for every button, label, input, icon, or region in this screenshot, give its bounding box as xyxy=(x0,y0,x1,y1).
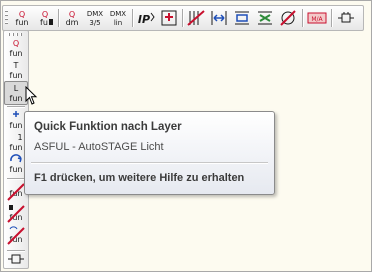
dmx-lin-icon: DMX lin xyxy=(110,10,126,27)
fun-strike-icon: fun xyxy=(7,226,25,245)
fun-q-icon: Q fun xyxy=(10,39,23,58)
svg-text:fun: fun xyxy=(10,71,23,80)
mouse-pointer-icon xyxy=(25,86,38,105)
cancel-button[interactable] xyxy=(277,8,299,28)
ma-button[interactable]: M/A xyxy=(306,8,328,28)
svg-text:T: T xyxy=(13,61,19,70)
svg-text:fu: fu xyxy=(40,18,48,27)
svg-text:M/A: M/A xyxy=(311,16,323,23)
svg-text:1: 1 xyxy=(17,133,22,142)
ma-icon: M/A xyxy=(307,12,327,24)
svg-text:IP: IP xyxy=(138,13,150,26)
plus-button[interactable] xyxy=(158,8,180,28)
align-button[interactable] xyxy=(231,8,253,28)
dmx-q-button[interactable]: Q dm xyxy=(61,8,83,28)
ip-icon: IP xyxy=(138,12,155,26)
fun-strike-button-3[interactable]: fun xyxy=(5,225,27,247)
fun-quick-button[interactable]: Q fun xyxy=(11,8,33,28)
svg-text:fun: fun xyxy=(10,143,23,152)
fun-q2-button[interactable]: Q fu xyxy=(34,8,56,28)
svg-text:fun: fun xyxy=(10,94,23,103)
tooltip-divider xyxy=(31,162,268,164)
cancel-icon xyxy=(280,10,296,26)
align-icon xyxy=(235,11,249,25)
svg-text:L: L xyxy=(14,84,19,93)
dmx-lin-button[interactable]: DMX lin xyxy=(107,8,129,28)
dmx-35-button[interactable]: DMX 3/5 xyxy=(84,8,106,28)
svg-text:dm: dm xyxy=(66,18,79,27)
fun-q-button[interactable]: Q fun xyxy=(5,37,27,59)
plug-button[interactable] xyxy=(335,8,357,28)
fun-q-icon: Q fun xyxy=(16,10,29,27)
dmx-icon: DMX 3/5 xyxy=(87,10,103,27)
tooltip-title: Quick Funktion nach Layer xyxy=(34,121,182,133)
svg-text:fun: fun xyxy=(10,49,23,58)
fun-q2-icon: Q fu xyxy=(40,10,53,27)
swap-icon xyxy=(258,11,272,25)
top-toolbar: Q fun Q fu Q dm DMX 3/5 DMX lin IP M/A xyxy=(2,5,364,31)
swap-button[interactable] xyxy=(254,8,276,28)
add-icon xyxy=(161,10,177,26)
fun-strike-button-2[interactable]: fun xyxy=(5,203,27,225)
plug-icon xyxy=(338,12,354,23)
svg-text:fun: fun xyxy=(10,165,23,174)
dm-q-icon: Q dm xyxy=(66,10,79,27)
strike-button[interactable] xyxy=(185,8,207,28)
distribute-button[interactable] xyxy=(208,8,230,28)
left-toolbar-grip[interactable] xyxy=(8,33,24,36)
distribute-icon xyxy=(211,11,227,25)
svg-text:DMX: DMX xyxy=(110,10,126,18)
strike-icon xyxy=(187,10,205,26)
tooltip-help-text: F1 drücken, um weitere Hilfe zu erhalten xyxy=(34,172,245,184)
svg-text:3/5: 3/5 xyxy=(89,19,100,27)
svg-text:Q: Q xyxy=(13,39,19,48)
toolbar-grip[interactable] xyxy=(5,10,8,26)
plug-icon xyxy=(8,254,24,264)
fun-t-icon: T fun xyxy=(10,61,23,80)
svg-text:fun: fun xyxy=(10,121,23,130)
svg-text:DMX: DMX xyxy=(87,10,103,18)
fun-t-button[interactable]: T fun xyxy=(5,59,27,81)
tooltip: Quick Funktion nach Layer ASFUL - AutoST… xyxy=(24,111,275,195)
svg-text:fun: fun xyxy=(16,18,29,27)
ip-button[interactable]: IP xyxy=(135,8,157,28)
svg-text:lin: lin xyxy=(114,19,122,27)
app-window: Q fun Q fu Q dm DMX 3/5 DMX lin IP M/A Q… xyxy=(0,0,372,272)
tooltip-description: ASFUL - AutoSTAGE Licht xyxy=(34,141,164,153)
fun-strike-icon: fun xyxy=(7,205,25,223)
fun-l-icon: L fun xyxy=(10,84,23,103)
plug-button-left[interactable] xyxy=(5,253,27,265)
